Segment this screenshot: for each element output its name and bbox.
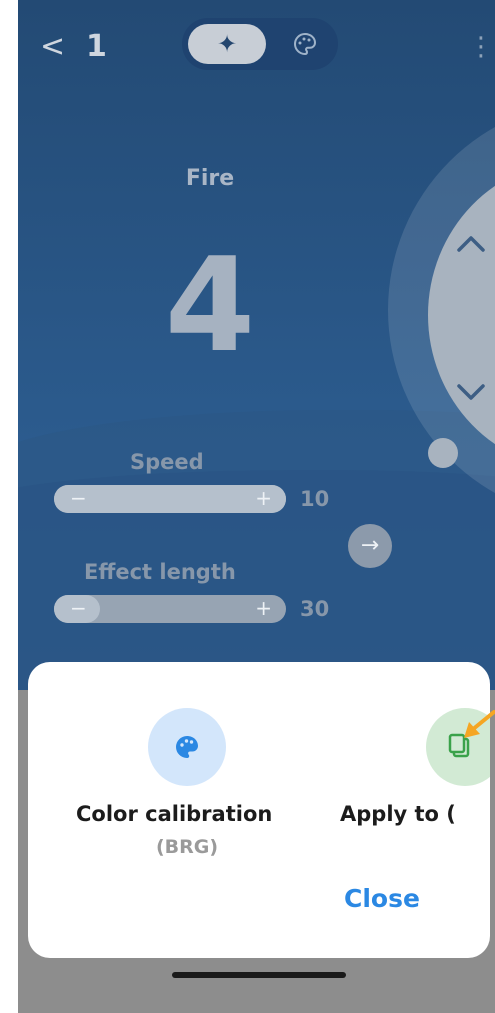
options-bottom-sheet: Color calibration (BRG) Apply to ( Close bbox=[28, 662, 490, 958]
speed-label: Speed bbox=[130, 450, 204, 474]
effect-length-increase[interactable]: + bbox=[255, 595, 272, 621]
speed-decrease[interactable]: − bbox=[70, 485, 87, 511]
effect-length-label: Effect length bbox=[84, 560, 236, 584]
chevron-up-icon bbox=[457, 236, 485, 252]
arrow-right-icon: → bbox=[360, 533, 380, 558]
apply-to-title: Apply to ( bbox=[340, 802, 456, 826]
speed-value: 10 bbox=[300, 487, 330, 511]
next-button[interactable]: → bbox=[348, 524, 392, 568]
palette-icon bbox=[294, 32, 317, 56]
more-vertical-icon: ⋮ bbox=[468, 32, 494, 62]
back-button[interactable]: < bbox=[40, 30, 65, 64]
mode-color-tab[interactable] bbox=[278, 24, 332, 64]
sparkle-icon: ✦ bbox=[216, 30, 238, 58]
mode-toggle[interactable]: ✦ bbox=[182, 18, 338, 70]
effect-number: 4 bbox=[164, 229, 256, 381]
chevron-left-icon: < bbox=[40, 29, 66, 64]
home-indicator bbox=[172, 972, 346, 978]
effect-length-slider[interactable]: − + bbox=[54, 595, 286, 623]
chevron-down-icon bbox=[457, 384, 485, 400]
mode-effects-tab[interactable]: ✦ bbox=[188, 24, 266, 64]
dial-up-button[interactable] bbox=[456, 222, 486, 262]
more-menu-button[interactable]: ⋮ bbox=[468, 32, 494, 62]
effect-name: Fire bbox=[185, 166, 235, 191]
device-number: 1 bbox=[86, 29, 107, 64]
effect-length-decrease[interactable]: − bbox=[70, 595, 87, 621]
color-calibration-button[interactable] bbox=[148, 708, 226, 786]
effect-length-value: 30 bbox=[300, 597, 330, 621]
color-calibration-title: Color calibration bbox=[76, 802, 273, 826]
color-calibration-subtitle: (BRG) bbox=[155, 836, 219, 858]
speed-increase[interactable]: + bbox=[255, 485, 272, 511]
speed-slider-fill bbox=[54, 485, 286, 513]
pointer-arrow-icon bbox=[464, 710, 495, 738]
palette-icon bbox=[176, 736, 198, 758]
close-button[interactable]: Close bbox=[344, 884, 420, 913]
speed-slider[interactable]: − + bbox=[54, 485, 286, 513]
dial-down-button[interactable] bbox=[456, 372, 486, 412]
dial-handle[interactable] bbox=[428, 438, 458, 468]
